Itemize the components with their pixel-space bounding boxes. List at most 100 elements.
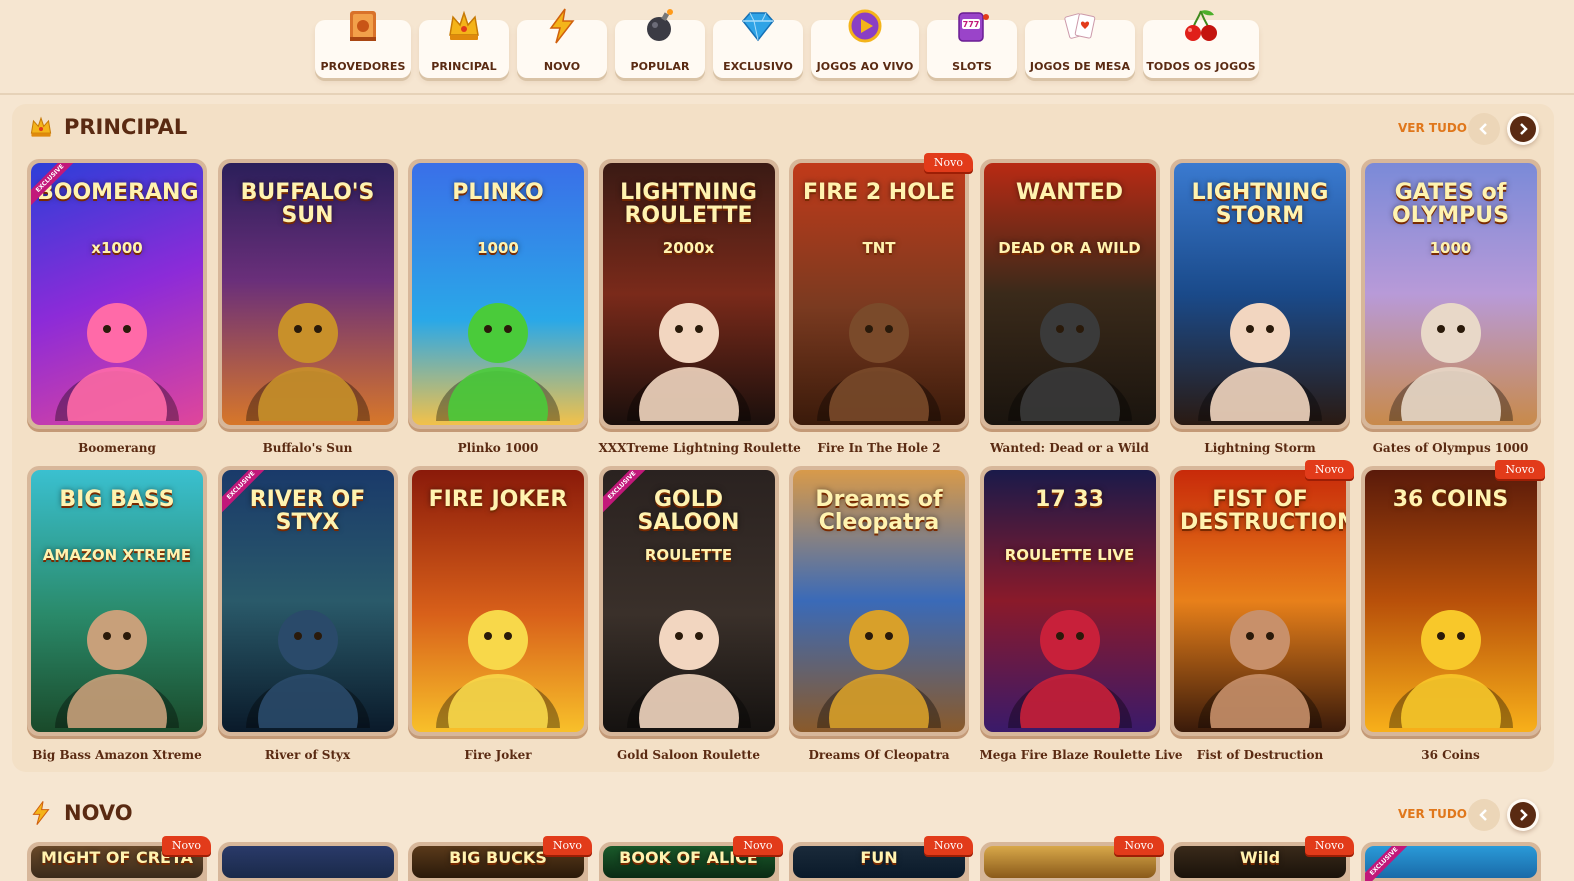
game-title[interactable]: Gates of Olympus 1000: [1361, 441, 1541, 459]
principal-game-grid: BOOMERANG x1000 EXCLUSIVE Boomerang BUFFALO'…: [27, 153, 1545, 766]
carousel-next-button[interactable]: [1507, 799, 1539, 831]
carousel-next-button[interactable]: [1507, 113, 1539, 145]
cards-icon: [1060, 6, 1100, 46]
game-thumbnail[interactable]: [217, 842, 398, 881]
game-card[interactable]: FUN Novo: [789, 836, 973, 881]
game-card[interactable]: BOOMERANG x1000 EXCLUSIVE Boomerang: [27, 159, 207, 459]
game-thumbnail[interactable]: FUN Novo: [789, 836, 973, 881]
game-card[interactable]: LIGHTNING STORM Lightning Storm: [1170, 159, 1350, 459]
game-thumbnail[interactable]: BUFFALO'S SUN: [217, 159, 398, 429]
game-card[interactable]: EXCLUSIVE: [1360, 842, 1541, 881]
game-card[interactable]: FIRE JOKER Fire Joker: [408, 466, 588, 766]
game-logo-subtext: DEAD OR A WILD: [998, 239, 1141, 257]
game-card[interactable]: FIRE 2 HOLE TNT Novo Fire In The Hole 2: [789, 153, 973, 459]
tab-slots[interactable]: 777 SLOTS: [927, 12, 1017, 78]
carousel-prev-button[interactable]: [1468, 799, 1500, 831]
game-card[interactable]: MIGHT OF CRETA Novo: [27, 836, 211, 881]
game-thumbnail[interactable]: Novo: [979, 836, 1164, 881]
game-title[interactable]: Boomerang: [27, 441, 207, 459]
game-card[interactable]: 17 33 ROULETTE LIVE Mega Fire Blaze Roulet…: [979, 466, 1183, 766]
game-thumbnail[interactable]: EXCLUSIVE: [1360, 842, 1541, 881]
game-title[interactable]: River of Styx: [218, 748, 398, 766]
tab-provedores[interactable]: PROVEDORES: [315, 11, 411, 78]
tab-jogos-de-mesa[interactable]: JOGOS DE MESA: [1025, 13, 1135, 78]
game-thumbnail[interactable]: WANTED DEAD OR A WILD: [979, 159, 1160, 429]
game-thumbnail[interactable]: LIGHTNING ROULETTE 2000x: [598, 159, 779, 429]
game-thumbnail[interactable]: FIST OF DESTRUCTION Novo: [1170, 460, 1354, 736]
game-thumbnail[interactable]: FIRE 2 HOLE TNT Novo: [789, 153, 973, 429]
game-title[interactable]: Dreams Of Cleopatra: [789, 748, 969, 766]
game-thumbnail[interactable]: GATES of OLYMPUS 1000: [1360, 159, 1541, 429]
game-title[interactable]: Mega Fire Blaze Roulette Live: [980, 748, 1183, 766]
game-card[interactable]: WANTED DEAD OR A WILD Wanted: Dead or a Wi…: [979, 159, 1160, 459]
game-thumbnail[interactable]: MIGHT OF CRETA Novo: [27, 836, 211, 881]
game-title[interactable]: Fire Joker: [408, 748, 588, 766]
game-logo-text: FIRE JOKER: [428, 487, 568, 512]
new-badge: Novo: [1304, 836, 1354, 855]
game-logo-text: FIST OF DESTRUCTION: [1180, 487, 1346, 536]
game-title[interactable]: Fist of Destruction: [1170, 748, 1350, 766]
game-logo-subtext: 2000x: [662, 239, 715, 257]
game-thumbnail[interactable]: BOOMERANG x1000 EXCLUSIVE: [27, 159, 207, 429]
game-card[interactable]: Novo: [979, 836, 1164, 881]
game-thumbnail[interactable]: GOLD SALOON ROULETTE EXCLUSIVE: [598, 466, 779, 736]
game-character: [238, 271, 378, 425]
game-title[interactable]: XXXTreme Lightning Roulette: [599, 441, 801, 459]
game-card[interactable]: LIGHTNING ROULETTE 2000x XXXTreme Lightnin…: [598, 159, 801, 459]
see-all-link[interactable]: VER TUDO: [1398, 121, 1467, 135]
game-card[interactable]: Dreams of Cleopatra Dreams Of Cleopatra: [789, 466, 969, 766]
tab-principal[interactable]: PRINCIPAL: [419, 10, 509, 78]
exclusive-ribbon: EXCLUSIVE: [221, 470, 268, 516]
game-thumbnail[interactable]: Dreams of Cleopatra: [789, 466, 969, 736]
game-thumbnail[interactable]: BOOK OF ALICE Novo: [598, 836, 783, 881]
game-title[interactable]: 36 Coins: [1361, 748, 1541, 766]
game-card[interactable]: BIG BASS AMAZON XTREME Big Bass Amazon Xtr…: [27, 466, 207, 766]
game-thumbnail[interactable]: BIG BASS AMAZON XTREME: [27, 466, 207, 736]
game-title[interactable]: Big Bass Amazon Xtreme: [27, 748, 207, 766]
game-title[interactable]: Plinko 1000: [408, 441, 588, 459]
tab-exclusivo[interactable]: EXCLUSIVO: [713, 12, 803, 78]
tab-popular[interactable]: POPULAR: [615, 9, 705, 78]
game-thumbnail[interactable]: 17 33 ROULETTE LIVE: [979, 466, 1160, 736]
game-thumbnail[interactable]: LIGHTNING STORM: [1170, 159, 1350, 429]
game-thumbnail[interactable]: PLINKO 1000: [408, 159, 588, 429]
game-card[interactable]: PLINKO 1000 Plinko 1000: [408, 159, 588, 459]
tab-label: PROVEDORES: [320, 60, 406, 73]
novo-game-grid: MIGHT OF CRETA Novo BIG BUCKS Novo BOOK OF A…: [27, 836, 1541, 881]
game-title[interactable]: Lightning Storm: [1170, 441, 1350, 459]
game-character: [238, 578, 378, 732]
game-card[interactable]: [217, 842, 398, 881]
game-title[interactable]: Wanted: Dead or a Wild: [980, 441, 1160, 459]
game-title[interactable]: Buffalo's Sun: [218, 441, 398, 459]
game-card[interactable]: RIVER OF STYX EXCLUSIVE River of Styx: [217, 466, 398, 766]
game-card[interactable]: 36 COINS Novo 36 Coins: [1360, 460, 1545, 766]
see-all-link[interactable]: VER TUDO: [1398, 807, 1467, 821]
game-logo-text: BUFFALO'S SUN: [240, 180, 375, 229]
tab-todos-os-jogos[interactable]: TODOS OS JOGOS: [1143, 10, 1259, 78]
game-artwork: LIGHTNING ROULETTE 2000x: [602, 163, 775, 425]
tab-label: POPULAR: [630, 60, 690, 73]
game-card[interactable]: GOLD SALOON ROULETTE EXCLUSIVE Gold Saloon …: [598, 466, 779, 766]
game-thumbnail[interactable]: FIRE JOKER: [408, 466, 588, 736]
game-character: [428, 578, 568, 732]
game-logo-subtext: TNT: [862, 239, 896, 257]
tab-label: PRINCIPAL: [431, 60, 497, 73]
game-thumbnail[interactable]: 36 COINS Novo: [1360, 460, 1545, 736]
game-artwork: GATES of OLYMPUS 1000: [1364, 163, 1537, 425]
game-card[interactable]: BOOK OF ALICE Novo: [598, 836, 783, 881]
game-title[interactable]: Fire In The Hole 2: [789, 441, 969, 459]
game-card[interactable]: GATES of OLYMPUS 1000 Gates of Olympus 100…: [1360, 159, 1541, 459]
chevron-left-icon: [1479, 123, 1487, 135]
tab-jogos-ao-vivo[interactable]: JOGOS AO VIVO: [811, 9, 919, 78]
game-card[interactable]: BUFFALO'S SUN Buffalo's Sun: [217, 159, 398, 459]
game-card[interactable]: Wild Novo: [1170, 836, 1354, 881]
game-thumbnail[interactable]: Wild Novo: [1170, 836, 1354, 881]
game-thumbnail[interactable]: RIVER OF STYX EXCLUSIVE: [217, 466, 398, 736]
carousel-prev-button[interactable]: [1468, 113, 1500, 145]
game-card[interactable]: FIST OF DESTRUCTION Novo Fist of Destructi…: [1170, 460, 1354, 766]
game-title[interactable]: Gold Saloon Roulette: [599, 748, 779, 766]
tab-novo[interactable]: NOVO: [517, 8, 607, 78]
game-thumbnail[interactable]: BIG BUCKS Novo: [408, 836, 592, 881]
game-character: [428, 271, 568, 425]
game-card[interactable]: BIG BUCKS Novo: [408, 836, 592, 881]
